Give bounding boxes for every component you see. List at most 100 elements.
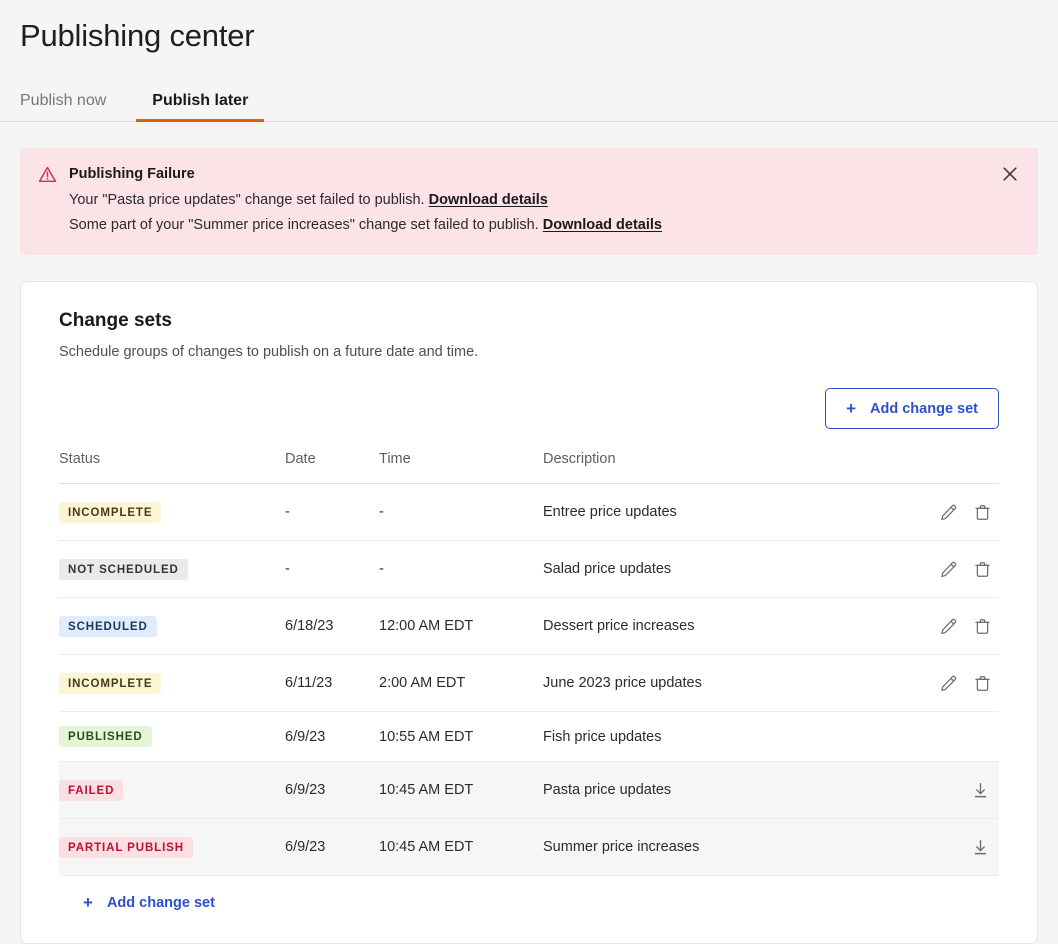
cell-actions: [903, 484, 999, 541]
cell-actions: [903, 541, 999, 598]
cell-status: PARTIAL PUBLISH: [59, 819, 285, 876]
cell-time: -: [379, 541, 543, 598]
column-header-description: Description: [543, 451, 903, 484]
status-badge: INCOMPLETE: [59, 673, 161, 694]
row-actions: [903, 498, 999, 526]
cell-actions: [903, 655, 999, 712]
cell-date: 6/9/23: [285, 762, 379, 819]
cell-status: SCHEDULED: [59, 598, 285, 655]
status-badge: PUBLISHED: [59, 726, 152, 747]
add-change-set-button[interactable]: + Add change set: [825, 388, 999, 429]
table-row: NOT SCHEDULED--Salad price updates: [59, 541, 999, 598]
cell-actions: [903, 762, 999, 819]
card-toolbar: + Add change set: [59, 388, 999, 429]
trash-icon[interactable]: [965, 669, 999, 697]
close-icon[interactable]: [996, 160, 1024, 188]
alert-message-1-text: Your "Pasta price updates" change set fa…: [69, 192, 425, 208]
row-actions: [903, 669, 999, 697]
add-change-set-link[interactable]: + Add change set: [83, 894, 215, 911]
cell-time: 10:45 AM EDT: [379, 762, 543, 819]
cell-time: 12:00 AM EDT: [379, 598, 543, 655]
cell-actions: [903, 598, 999, 655]
trash-icon[interactable]: [965, 612, 999, 640]
alert-message-2-text: Some part of your "Summer price increase…: [69, 217, 539, 233]
cell-time: 2:00 AM EDT: [379, 655, 543, 712]
table-header-row: Status Date Time Description: [59, 451, 999, 484]
cell-description: Salad price updates: [543, 541, 903, 598]
edit-icon[interactable]: [931, 669, 965, 697]
cell-status: INCOMPLETE: [59, 655, 285, 712]
cell-time: 10:45 AM EDT: [379, 819, 543, 876]
alert-title: Publishing Failure: [69, 164, 1020, 185]
status-badge: INCOMPLETE: [59, 502, 161, 523]
cell-date: 6/9/23: [285, 819, 379, 876]
page-title: Publishing center: [0, 0, 1058, 54]
column-header-actions-2: [951, 451, 999, 484]
trash-icon[interactable]: [965, 498, 999, 526]
cell-date: -: [285, 541, 379, 598]
row-actions: [903, 833, 999, 861]
add-change-set-link-label: Add change set: [107, 895, 215, 911]
download-details-link-2[interactable]: Download details: [543, 217, 662, 233]
column-header-status: Status: [59, 451, 285, 484]
table-row: INCOMPLETE 6/11/232:00 AM EDTJune 2023 pr…: [59, 655, 999, 712]
cell-time: -: [379, 484, 543, 541]
cell-time: 10:55 AM EDT: [379, 712, 543, 762]
cell-description: Entree price updates: [543, 484, 903, 541]
table-row: SCHEDULED 6/18/2312:00 AM EDTDessert pric…: [59, 598, 999, 655]
column-header-actions-1: [903, 451, 951, 484]
card-subtitle: Schedule groups of changes to publish on…: [59, 344, 999, 360]
row-actions: [903, 776, 999, 804]
alert-message-2: Some part of your "Summer price increase…: [69, 213, 1020, 238]
table-row: INCOMPLETE--Entree price updates: [59, 484, 999, 541]
table-row: PARTIAL PUBLISH 6/9/2310:45 AM EDTSummer …: [59, 819, 999, 876]
cell-date: -: [285, 484, 379, 541]
card-title: Change sets: [59, 310, 999, 332]
edit-icon[interactable]: [931, 498, 965, 526]
tab-publish-now-label: Publish now: [20, 92, 106, 109]
cell-date: 6/9/23: [285, 712, 379, 762]
download-icon[interactable]: [963, 776, 997, 804]
row-actions: [903, 612, 999, 640]
status-badge: SCHEDULED: [59, 616, 157, 637]
tab-publish-later-label: Publish later: [152, 92, 248, 109]
alert-message-1: Your "Pasta price updates" change set fa…: [69, 188, 1020, 213]
cell-status: FAILED: [59, 762, 285, 819]
cell-description: Summer price increases: [543, 819, 903, 876]
change-sets-card: Change sets Schedule groups of changes t…: [20, 281, 1038, 944]
cell-actions: [903, 819, 999, 876]
tab-publish-later[interactable]: Publish later: [136, 93, 264, 121]
cell-description: Fish price updates: [543, 712, 903, 762]
cell-status: INCOMPLETE: [59, 484, 285, 541]
plus-icon: +: [83, 894, 93, 911]
tab-publish-now[interactable]: Publish now: [20, 93, 136, 121]
status-badge: PARTIAL PUBLISH: [59, 837, 193, 858]
plus-icon: +: [846, 400, 856, 417]
table-row: FAILED 6/9/2310:45 AM EDTPasta price upda…: [59, 762, 999, 819]
status-badge: NOT SCHEDULED: [59, 559, 188, 580]
cell-status: NOT SCHEDULED: [59, 541, 285, 598]
warning-triangle-icon: [38, 165, 57, 189]
download-details-link-1[interactable]: Download details: [429, 192, 548, 208]
edit-icon[interactable]: [931, 555, 965, 583]
download-icon[interactable]: [963, 833, 997, 861]
card-footer: + Add change set: [59, 876, 999, 923]
publishing-failure-alert: Publishing Failure Your "Pasta price upd…: [20, 148, 1038, 255]
column-header-date: Date: [285, 451, 379, 484]
row-actions: [903, 555, 999, 583]
cell-actions: [903, 712, 999, 762]
cell-date: 6/11/23: [285, 655, 379, 712]
cell-status: PUBLISHED: [59, 712, 285, 762]
column-header-time: Time: [379, 451, 543, 484]
cell-description: Dessert price increases: [543, 598, 903, 655]
trash-icon[interactable]: [965, 555, 999, 583]
edit-icon[interactable]: [931, 612, 965, 640]
tab-bar: Publish now Publish later: [0, 80, 1058, 122]
table-row: PUBLISHED 6/9/2310:55 AM EDTFish price up…: [59, 712, 999, 762]
change-sets-table: Status Date Time Description INCOMPLETE -…: [59, 451, 999, 876]
cell-date: 6/18/23: [285, 598, 379, 655]
cell-description: June 2023 price updates: [543, 655, 903, 712]
add-change-set-button-label: Add change set: [870, 401, 978, 417]
cell-description: Pasta price updates: [543, 762, 903, 819]
status-badge: FAILED: [59, 780, 123, 801]
